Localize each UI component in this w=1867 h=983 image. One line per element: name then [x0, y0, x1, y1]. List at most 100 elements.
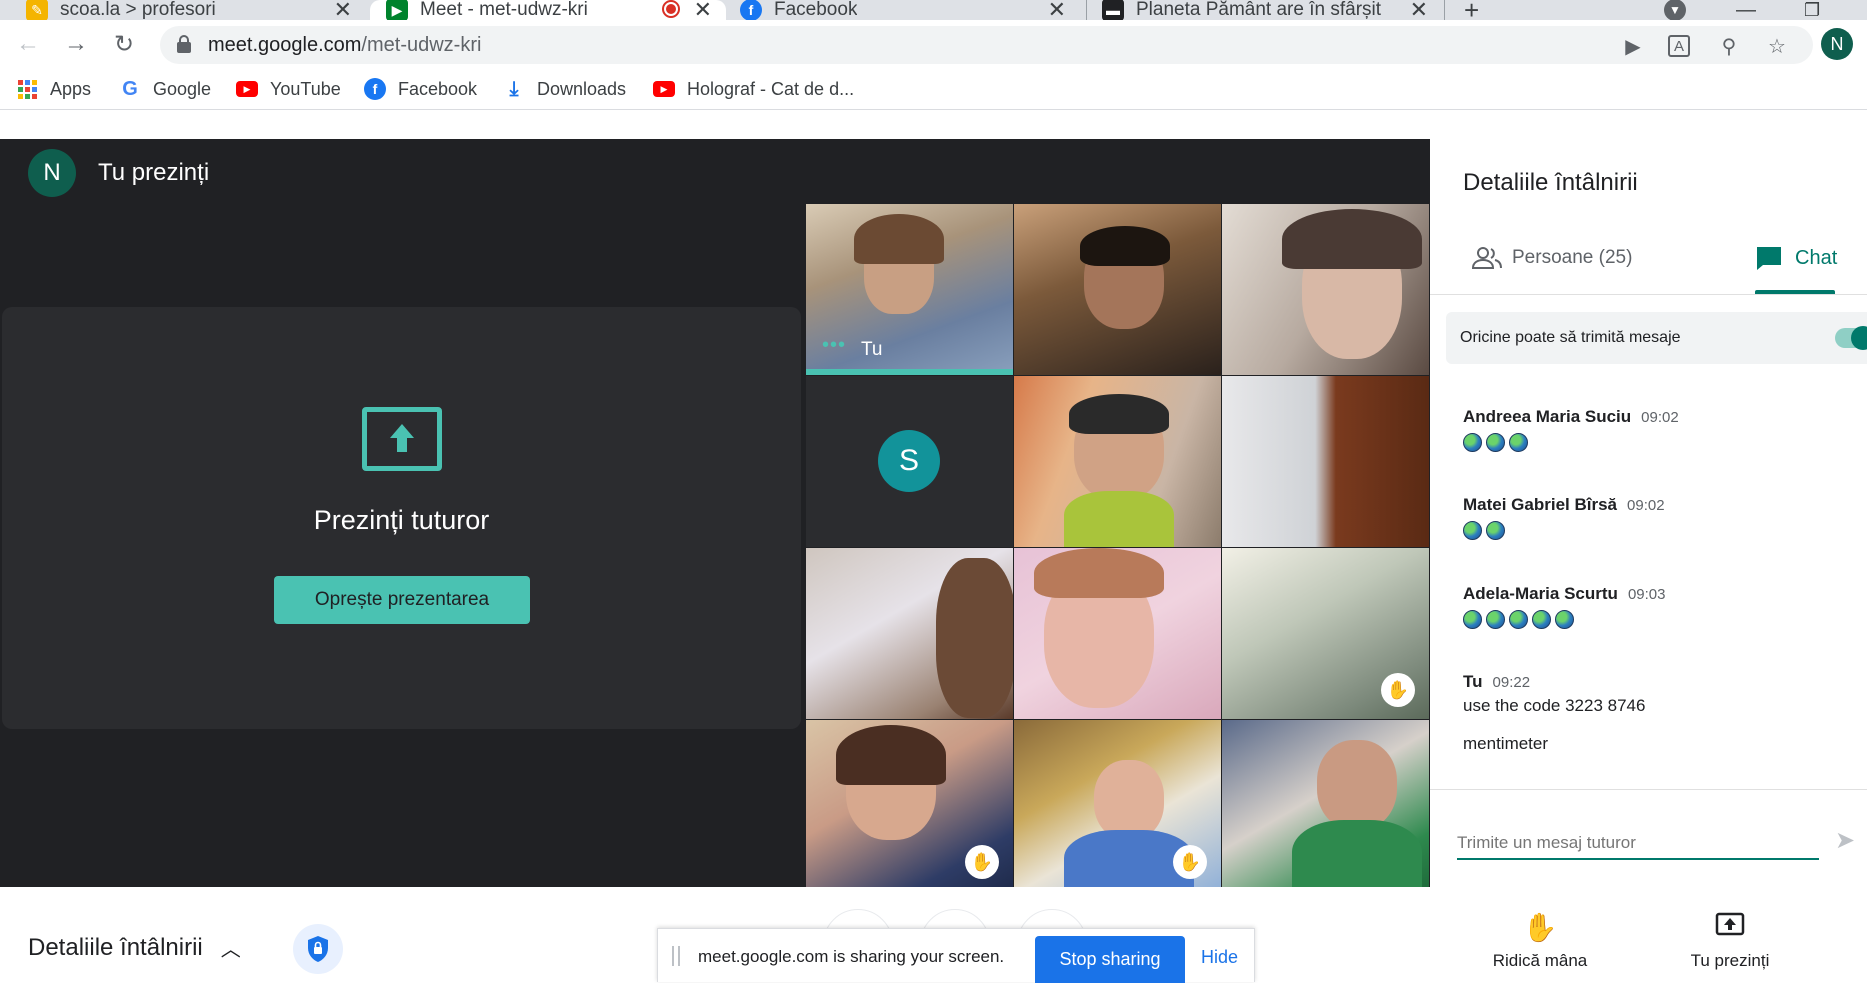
tab-close-icon[interactable]: ✕ [694, 0, 712, 20]
tab-close-icon[interactable]: ✕ [334, 0, 352, 20]
send-icon[interactable]: ➤ [1835, 826, 1855, 855]
youtube-icon: ▶ [653, 81, 675, 97]
earth-emoji-icon [1463, 610, 1665, 629]
participant-tile[interactable] [1222, 204, 1429, 375]
tab-scoala[interactable]: ✎ scoa.la > profesori ✕ [26, 0, 366, 20]
zoom-icon[interactable]: ⚲ [1716, 33, 1742, 59]
bookmark-google[interactable]: G Google [119, 76, 211, 102]
participant-tile[interactable] [1014, 204, 1221, 375]
news-favicon-icon: ▬ [1102, 0, 1124, 20]
participant-tile[interactable] [1222, 376, 1429, 547]
participant-tile[interactable] [806, 548, 1013, 719]
chat-message-input[interactable] [1457, 828, 1819, 860]
meeting-details-label: Detaliile întâlnirii [28, 933, 203, 961]
tab-people[interactable]: Persoane (25) [1472, 247, 1632, 269]
present-screen-icon [1665, 911, 1795, 945]
speaking-dots-icon: ••• [822, 334, 847, 356]
panel-title: Detaliile întâlnirii [1463, 169, 1638, 196]
participant-hair [1282, 209, 1422, 269]
participant-hair [854, 214, 944, 264]
message-sender: Adela-Maria Scurtu [1463, 584, 1618, 603]
url-path: /met-udwz-kri [361, 34, 482, 56]
tab-close-icon[interactable]: ✕ [1410, 0, 1428, 20]
host-controls-button[interactable] [293, 924, 343, 974]
stop-sharing-button[interactable]: Stop sharing [1035, 936, 1185, 983]
tab-meet[interactable]: ▶ Meet - met-udwz-kri ✕ [370, 0, 726, 20]
stop-presenting-button[interactable]: Oprește prezentarea [274, 576, 530, 624]
forward-button[interactable]: → [60, 28, 92, 60]
bookmark-facebook[interactable]: f Facebook [364, 76, 477, 102]
message-time: 09:02 [1641, 409, 1679, 426]
message-text: use the code 3223 8746 [1463, 696, 1646, 715]
present-now-button[interactable]: Tu prezinți [1665, 911, 1795, 971]
bookmark-star-icon[interactable]: ☆ [1764, 33, 1790, 59]
minimize-icon: — [1736, 0, 1756, 20]
participant-tile[interactable]: ✋ [1222, 548, 1429, 719]
bookmark-label: YouTube [270, 78, 341, 99]
translate-icon[interactable]: A [1668, 35, 1690, 57]
tab-close-icon[interactable]: ✕ [1048, 0, 1066, 20]
participant-hair [936, 558, 1013, 718]
lock-icon [177, 35, 191, 53]
tab-search-button[interactable]: ▼ [1664, 0, 1686, 20]
people-tab-label: Persoane (25) [1512, 247, 1633, 268]
hand-icon: ✋ [1522, 912, 1558, 943]
participant-tile-s[interactable]: S [806, 376, 1013, 547]
participant-tile[interactable] [1222, 720, 1429, 891]
participant-tile[interactable]: ✋ [1014, 720, 1221, 891]
raise-hand-button[interactable]: ✋ Ridică mâna [1475, 911, 1605, 971]
speaking-indicator [806, 369, 1013, 375]
participant-tile[interactable]: ✋ [806, 720, 1013, 891]
scoala-favicon-icon: ✎ [26, 0, 48, 20]
url-text[interactable]: meet.google.com/met-udwz-kri [208, 34, 481, 57]
participant-face [1094, 760, 1164, 840]
profile-avatar[interactable]: N [1821, 28, 1853, 60]
tab-facebook[interactable]: f Facebook ✕ [740, 0, 1080, 20]
drag-handle-icon[interactable] [672, 946, 680, 966]
meet-stage: N Tu prezinți Prezinți tuturor Oprește p… [0, 139, 1430, 891]
bookmark-label: Facebook [398, 78, 478, 99]
tab-title: Meet - met-udwz-kri [420, 0, 588, 20]
bookmark-holograf[interactable]: ▶ Holograf - Cat de d... [653, 76, 854, 102]
chat-permission-toggle[interactable] [1835, 326, 1867, 350]
participant-hair [1034, 548, 1164, 598]
participant-tile[interactable] [1014, 376, 1221, 547]
back-button[interactable]: ← [12, 28, 44, 60]
toggle-knob [1851, 326, 1867, 350]
permission-label: Oricine poate să trimită mesaje [1460, 329, 1681, 346]
chevron-down-icon: ▼ [1664, 0, 1686, 20]
facebook-icon: f [364, 78, 386, 100]
participant-face [1317, 740, 1397, 830]
screen-sharing-bar: meet.google.com is sharing your screen. … [657, 928, 1255, 983]
camera-icon[interactable]: ▶ [1620, 33, 1646, 59]
tab-chat[interactable]: Chat [1755, 245, 1837, 271]
restore-button[interactable]: ❐ [1804, 0, 1820, 20]
tab-title: Facebook [774, 0, 858, 20]
tab-planeta[interactable]: ▬ Planeta Pământ are în sfârșit un s ✕ [1102, 0, 1442, 20]
participant-tile-self[interactable]: ••• Tu [806, 204, 1013, 375]
bookmark-downloads[interactable]: ⤓ Downloads [503, 76, 626, 102]
divider [1430, 294, 1867, 295]
new-tab-button[interactable]: + [1464, 0, 1479, 20]
participant-hair [1080, 226, 1170, 266]
avatar-initial: S [898, 444, 919, 477]
bookmark-apps[interactable]: Apps [16, 76, 91, 102]
presenter-avatar: N [28, 149, 76, 197]
tab-title: Planeta Pământ are în sfârșit un s [1136, 0, 1386, 20]
apps-grid-icon [16, 78, 38, 100]
raised-hand-icon: ✋ [1381, 673, 1415, 707]
bookmarks-bar: Apps G Google ▶ YouTube f Facebook ⤓ Dow… [0, 68, 1867, 110]
participant-grid: ••• Tu S ✋ ✋ ✋ [806, 204, 1430, 891]
earth-emoji-icon [1463, 521, 1665, 540]
hide-button[interactable]: Hide [1201, 947, 1238, 968]
you-present-label: Tu prezinți [1690, 951, 1770, 970]
participant-tile[interactable] [1014, 548, 1221, 719]
reload-button[interactable]: ↻ [108, 28, 140, 60]
chat-message: Tu 09:22 use the code 3223 8746 mentimete… [1463, 672, 1645, 754]
minimize-button[interactable]: — [1736, 0, 1756, 20]
address-bar[interactable]: meet.google.com/met-udwz-kri ▶ A ⚲ ☆ [160, 26, 1813, 64]
chat-tab-label: Chat [1795, 246, 1838, 269]
meeting-details-button[interactable]: Detaliile întâlnirii ︿ [28, 933, 241, 962]
url-host: meet.google.com [208, 34, 362, 56]
bookmark-youtube[interactable]: ▶ YouTube [236, 76, 341, 102]
